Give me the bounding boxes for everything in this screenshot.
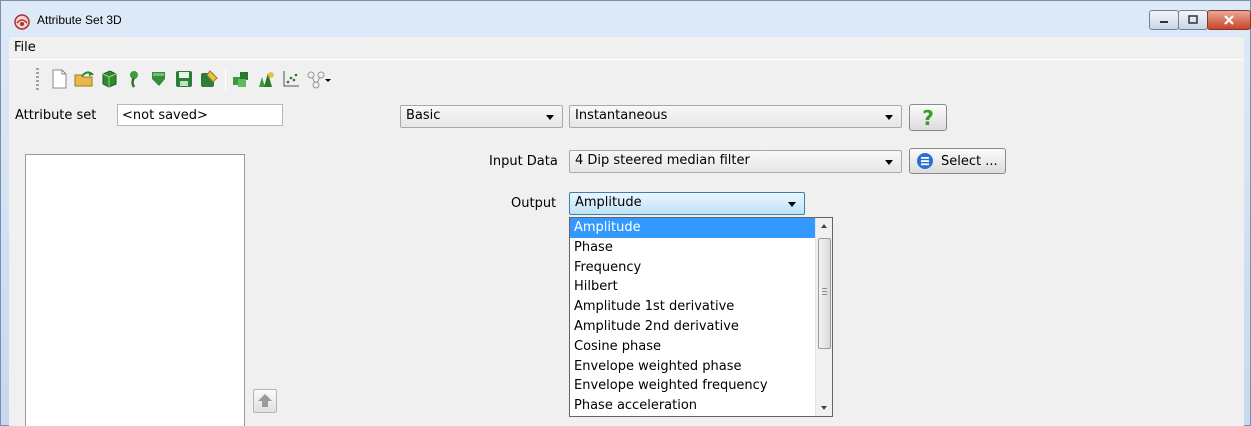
option-amplitude-2nd-derivative[interactable]: Amplitude 2nd derivative <box>570 317 816 337</box>
minimize-button[interactable] <box>1149 10 1179 30</box>
open-folder-icon[interactable] <box>74 69 95 89</box>
scroll-up-icon[interactable] <box>821 224 827 228</box>
chevron-down-icon[interactable] <box>323 69 333 89</box>
move-up-button[interactable] <box>253 389 277 413</box>
attribute-set-window: Attribute Set 3D File Attribute set <not… <box>0 0 1251 426</box>
chevron-down-icon <box>788 202 796 207</box>
attribute-type-combo[interactable]: Instantaneous <box>569 105 902 128</box>
list-icon <box>917 153 933 169</box>
minimize-icon <box>1160 21 1168 23</box>
option-cosine-phase[interactable]: Cosine phase <box>570 337 816 357</box>
close-icon <box>1224 15 1234 25</box>
chevron-down-icon <box>885 115 893 120</box>
category-combo[interactable]: Basic <box>400 105 563 128</box>
output-label: Output <box>511 196 557 211</box>
save-as-icon[interactable] <box>199 69 219 89</box>
option-amplitude[interactable]: Amplitude <box>570 218 816 238</box>
input-data-combo-value: 4 Dip steered median filter <box>575 153 750 168</box>
green-cube-icon[interactable] <box>99 69 119 89</box>
select-button-label: Select ... <box>941 153 998 169</box>
client-area: File Attribute set <not saved> Basic Ins… <box>9 37 1244 426</box>
plants-icon[interactable] <box>256 69 276 89</box>
option-hilbert[interactable]: Hilbert <box>570 277 816 297</box>
scrollbar-thumb[interactable] <box>818 238 831 349</box>
toolbar-separator <box>225 69 226 91</box>
toolbar <box>9 59 1244 97</box>
window-title: Attribute Set 3D <box>37 13 122 27</box>
input-data-combo[interactable]: 4 Dip steered median filter <box>569 150 902 173</box>
dropdown-scrollbar[interactable] <box>815 218 832 416</box>
file-menu[interactable]: File <box>12 40 38 55</box>
tree-icon[interactable] <box>124 69 144 89</box>
select-button[interactable]: Select ... <box>909 148 1006 174</box>
app-icon <box>14 14 30 30</box>
input-data-label: Input Data <box>489 154 558 169</box>
crossplot-icon[interactable] <box>281 69 301 89</box>
output-combo-value: Amplitude <box>575 195 642 210</box>
new-file-icon[interactable] <box>49 69 69 89</box>
save-icon[interactable] <box>174 69 194 89</box>
option-amplitude-1st-derivative[interactable]: Amplitude 1st derivative <box>570 297 816 317</box>
up-arrow-icon <box>258 394 272 407</box>
help-icon: ? <box>922 105 934 130</box>
option-phase-acceleration[interactable]: Phase acceleration <box>570 396 816 416</box>
toolbar-grip[interactable] <box>36 68 39 92</box>
attribute-type-combo-value: Instantaneous <box>575 108 668 123</box>
scroll-down-icon[interactable] <box>821 406 827 410</box>
title-bar[interactable]: Attribute Set 3D <box>1 1 1251 37</box>
arrow-down-icon[interactable] <box>149 69 169 89</box>
chevron-down-icon <box>885 160 893 165</box>
help-button[interactable]: ? <box>909 104 947 131</box>
stacked-cubes-icon[interactable] <box>231 69 251 89</box>
option-frequency[interactable]: Frequency <box>570 258 816 278</box>
output-dropdown-list[interactable]: Amplitude Phase Frequency Hilbert Amplit… <box>569 217 833 417</box>
output-combo[interactable]: Amplitude <box>569 192 805 215</box>
maximize-button[interactable] <box>1178 10 1208 30</box>
option-phase[interactable]: Phase <box>570 238 816 258</box>
menu-bar: File <box>9 37 1244 59</box>
category-combo-value: Basic <box>406 108 441 123</box>
attribute-list[interactable] <box>25 154 245 426</box>
close-button[interactable] <box>1207 10 1251 30</box>
chevron-down-icon <box>546 115 554 120</box>
option-envelope-weighted-frequency[interactable]: Envelope weighted frequency <box>570 376 816 396</box>
attribute-set-label: Attribute set <box>15 108 97 123</box>
maximize-icon <box>1188 15 1198 24</box>
dropdown-items: Amplitude Phase Frequency Hilbert Amplit… <box>570 218 816 416</box>
option-envelope-weighted-phase[interactable]: Envelope weighted phase <box>570 357 816 377</box>
attribute-set-name-input[interactable] <box>117 104 283 126</box>
